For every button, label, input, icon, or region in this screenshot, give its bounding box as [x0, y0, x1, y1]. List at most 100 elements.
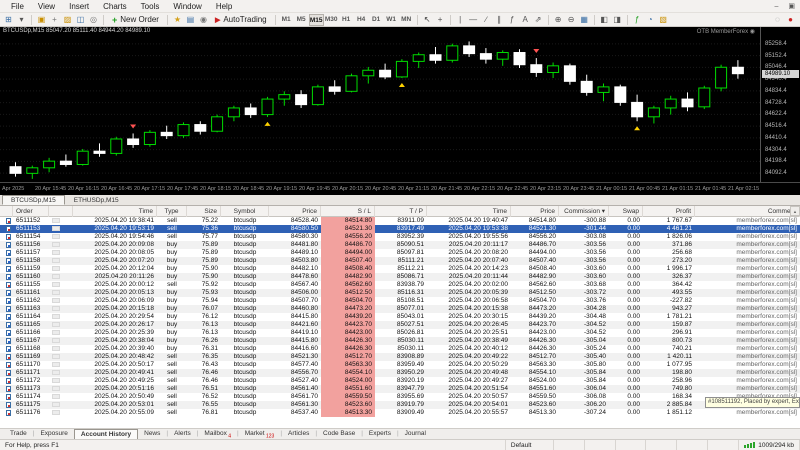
chart-area[interactable]: BTCUSDp,M15 85047.20 85111.40 84944.20 8… — [0, 27, 800, 195]
col-profit[interactable]: Profit — [643, 206, 695, 217]
status-profile[interactable]: Default — [506, 440, 554, 450]
templates-folder-icon[interactable]: ▨ — [61, 14, 74, 26]
history-row[interactable]: 65111602025.04.20 20:11:26buy75.90btcusd… — [0, 273, 800, 281]
chart-shift-icon[interactable]: ◨ — [611, 14, 624, 26]
history-row[interactable]: 65111702025.04.20 20:50:17sell76.43btcus… — [0, 361, 800, 369]
history-row[interactable]: 65111562025.04.20 20:09:08buy75.89btcusd… — [0, 241, 800, 249]
timeframe-h4[interactable]: H4 — [354, 14, 369, 26]
terminal-tab-trade[interactable]: Trade — [4, 429, 33, 439]
terminal-tab-code-base[interactable]: Code Base — [317, 429, 361, 439]
history-row[interactable]: 65111732025.04.20 20:51:16sell76.51btcus… — [0, 385, 800, 393]
history-row[interactable]: 65111752025.04.20 20:53:01sell76.55btcus… — [0, 401, 800, 409]
cursor-icon[interactable]: ↖ — [421, 14, 434, 26]
restore-icon[interactable]: ▣ — [783, 2, 800, 10]
terminal-tab-market[interactable]: Market 123 — [239, 429, 281, 439]
terminal-tab-mailbox[interactable]: Mailbox 4 — [198, 429, 237, 439]
terminal-tab-journal[interactable]: Journal — [399, 429, 432, 439]
history-row[interactable]: 65111552025.04.20 20:00:12sell75.92btcus… — [0, 281, 800, 289]
col-gap[interactable] — [49, 206, 73, 217]
equidistant-channel-icon[interactable]: ∥ — [493, 14, 506, 26]
history-row[interactable]: 65111692025.04.20 20:48:42sell76.35btcus… — [0, 353, 800, 361]
menu-item-view[interactable]: View — [31, 2, 62, 11]
tile-windows-icon[interactable]: ◫ — [74, 14, 87, 26]
tile-icon[interactable]: ▦ — [578, 14, 591, 26]
new-chart-icon[interactable]: ⊞ — [2, 14, 15, 26]
timeframe-m5[interactable]: M5 — [294, 14, 309, 26]
timeframe-h1[interactable]: H1 — [339, 14, 354, 26]
preview-icon[interactable]: ◉ — [197, 14, 210, 26]
menu-item-file[interactable]: File — [4, 2, 31, 11]
terminal-tab-experts[interactable]: Experts — [363, 429, 397, 439]
chart-tab-btcusdp-m15[interactable]: BTCUSDp,M15 — [2, 195, 65, 205]
chart-window-icon[interactable]: ▣ — [35, 14, 48, 26]
alert-icon[interactable]: ● — [784, 14, 797, 26]
history-row[interactable]: 65111572025.04.20 20:08:05buy75.89btcusd… — [0, 249, 800, 257]
trendline-icon[interactable]: ∕ — [480, 14, 493, 26]
history-row[interactable]: 65111662025.04.20 20:25:39buy76.13btcusd… — [0, 329, 800, 337]
terminal-tab-exposure[interactable]: Exposure — [34, 429, 73, 439]
history-row[interactable]: 65111682025.04.20 20:39:40buy76.31btcusd… — [0, 345, 800, 353]
indicators-icon[interactable]: ƒ — [631, 14, 644, 26]
col-time[interactable]: Time — [73, 206, 157, 217]
print-icon[interactable]: ▤ — [184, 14, 197, 26]
col-commission[interactable]: Commission ▾ — [559, 206, 609, 217]
col-sl[interactable]: S / L — [321, 206, 375, 217]
vertical-line-icon[interactable]: | — [454, 14, 467, 26]
history-row[interactable]: 65111612025.04.20 20:05:13buy75.93btcusd… — [0, 289, 800, 297]
history-row[interactable]: 65111592025.04.20 20:12:04buy75.90btcusd… — [0, 265, 800, 273]
timeframe-m30[interactable]: M30 — [324, 14, 339, 26]
timeframe-d1[interactable]: D1 — [369, 14, 384, 26]
history-row[interactable]: 65111762025.04.20 20:55:09sell76.81btcus… — [0, 409, 800, 417]
col-type[interactable]: Type — [157, 206, 187, 217]
profiles-icon[interactable]: ▾ — [15, 14, 28, 26]
autotrading-button[interactable]: ▶ AutoTrading — [210, 14, 272, 26]
menu-item-window[interactable]: Window — [166, 2, 208, 11]
zoom-out-icon[interactable]: ⊖ — [565, 14, 578, 26]
menu-item-tools[interactable]: Tools — [134, 2, 167, 11]
menu-item-insert[interactable]: Insert — [62, 2, 96, 11]
terminal-tab-alerts[interactable]: Alerts — [168, 429, 197, 439]
terminal-tab-news[interactable]: News — [138, 429, 166, 439]
timeframe-w1[interactable]: W1 — [384, 14, 399, 26]
templates-icon[interactable]: ▧ — [657, 14, 670, 26]
history-row[interactable]: 65111742025.04.20 20:50:49sell76.52btcus… — [0, 393, 800, 401]
col-time2[interactable]: Time — [427, 206, 511, 217]
col-tp[interactable]: T / P — [375, 206, 427, 217]
col-size[interactable]: Size — [187, 206, 221, 217]
new-order-button[interactable]: + New Order — [107, 14, 164, 26]
terminal-tab-articles[interactable]: Articles — [282, 429, 315, 439]
history-row[interactable]: 65111522025.04.20 19:38:41sell75.22btcus… — [0, 217, 800, 225]
history-row[interactable]: 65111652025.04.20 20:26:17buy76.13btcusd… — [0, 321, 800, 329]
help-search-icon[interactable]: ◌ — [771, 14, 784, 26]
history-row[interactable]: 65111542025.04.20 19:54:46sell75.77btcus… — [0, 233, 800, 241]
history-row[interactable]: 65111672025.04.20 20:38:04buy76.26btcusd… — [0, 337, 800, 345]
search-icon[interactable]: ◎ — [87, 14, 100, 26]
history-row[interactable]: 65111582025.04.20 20:07:20buy75.89btcusd… — [0, 257, 800, 265]
chart-tab-ethusdp-m15[interactable]: ETHUSDp,M15 — [65, 195, 128, 205]
history-row[interactable]: 65111632025.04.20 20:15:18buy76.07btcusd… — [0, 305, 800, 313]
history-row[interactable]: 65111532025.04.20 19:53:19sell75.36btcus… — [0, 225, 800, 233]
history-row[interactable]: 65111622025.04.20 20:06:09buy75.94btcusd… — [0, 297, 800, 305]
timeframe-mn[interactable]: MN — [399, 14, 414, 26]
expert-icon[interactable]: ★ — [171, 14, 184, 26]
auto-scroll-icon[interactable]: ◧ — [598, 14, 611, 26]
col-symbol[interactable]: Symbol — [221, 206, 269, 217]
scroll-up-button[interactable]: ▲ — [790, 206, 800, 216]
col-swap[interactable]: Swap — [609, 206, 643, 217]
terminal-tab-account-history[interactable]: Account History — [74, 429, 138, 439]
col-order[interactable]: Order — [13, 206, 49, 217]
crosshair-icon[interactable]: + — [434, 14, 447, 26]
col-icon[interactable] — [0, 206, 13, 217]
menu-item-help[interactable]: Help — [209, 2, 239, 11]
history-row[interactable]: 65111712025.04.20 20:49:41sell76.46btcus… — [0, 369, 800, 377]
col-price[interactable]: Price — [269, 206, 321, 217]
timeframe-m1[interactable]: M1 — [279, 14, 294, 26]
periods-icon[interactable]: ◔ — [644, 14, 657, 26]
horizontal-line-icon[interactable]: — — [467, 14, 480, 26]
history-row[interactable]: 65111722025.04.20 20:49:25sell76.46btcus… — [0, 377, 800, 385]
cross-cursor-icon[interactable]: + — [48, 14, 61, 26]
text-icon[interactable]: A — [519, 14, 532, 26]
col-comment[interactable]: Comment — [695, 206, 800, 217]
fibonacci-icon[interactable]: ƒ — [506, 14, 519, 26]
col-price2[interactable]: Price — [511, 206, 559, 217]
